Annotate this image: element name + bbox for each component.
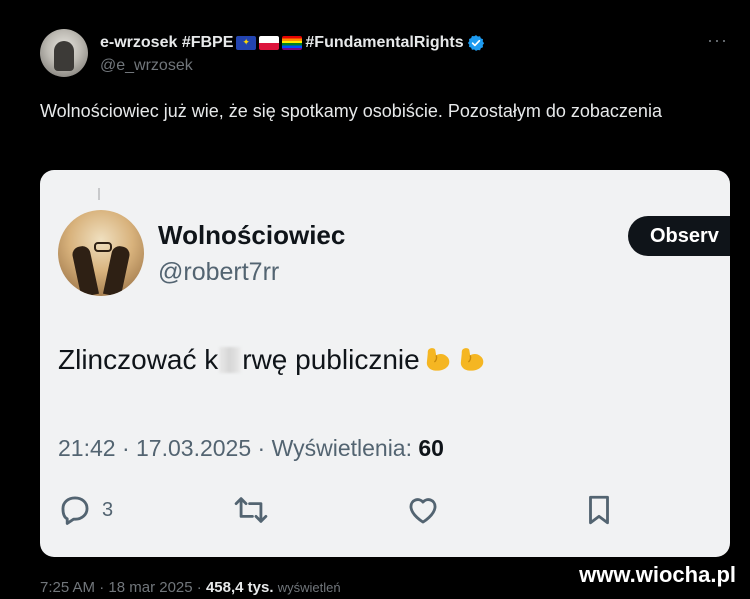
rainbow-flag-icon	[282, 36, 303, 50]
tweet-date[interactable]: 18 mar 2025	[108, 579, 192, 596]
watermark: www.wiocha.pl	[579, 562, 736, 587]
verified-icon	[467, 35, 484, 51]
quoted-tweet-screenshot[interactable]: Wolnościowiec @robert7rr Observ Zlinczow…	[40, 170, 730, 557]
quoted-text-start: Zlinczować k	[58, 344, 219, 375]
quoted-actions: 3	[58, 492, 638, 532]
author-name: e-wrzosek #FBPE	[100, 34, 234, 51]
tweet-text: Wolnościowiec już wie, że się spotkamy o…	[40, 101, 662, 121]
bookmark-icon	[589, 495, 609, 525]
quoted-views-label: Wyświetlenia:	[271, 435, 412, 461]
retweet-icon	[234, 497, 268, 523]
quoted-text-end: rwę publicznie	[242, 344, 420, 375]
quoted-meta: 21:42 · 17.03.2025 · Wyświetlenia: 60	[58, 435, 444, 461]
thread-line	[98, 188, 100, 200]
tweet-time[interactable]: 7:25 AM	[40, 579, 95, 596]
tweet-footer: 7:25 AM · 18 mar 2025 · 458,4 tys. wyświ…	[40, 579, 341, 596]
quoted-author-handle: @robert7rr	[158, 258, 280, 286]
tweet-views-label: wyświetleń	[277, 580, 341, 595]
poland-flag-icon	[259, 36, 280, 50]
like-action[interactable]	[406, 492, 440, 528]
quoted-time: 21:42	[58, 435, 116, 461]
retweet-action[interactable]	[232, 492, 270, 528]
author-name-row[interactable]: e-wrzosek #FBPE #FundamentalRights	[100, 32, 485, 54]
quoted-date: 17.03.2025	[136, 435, 252, 461]
bookmark-action[interactable]	[582, 492, 616, 528]
quoted-author-avatar	[58, 210, 144, 296]
author-handle[interactable]: @e_wrzosek	[100, 57, 193, 75]
author-hashtag: #FundamentalRights	[305, 34, 464, 51]
reply-icon	[61, 496, 89, 525]
flexed-biceps-icon	[460, 348, 483, 371]
author-avatar[interactable]	[40, 29, 88, 77]
reply-action[interactable]: 3	[58, 492, 113, 528]
quoted-tweet-text: Zlinczować k rwę publicznie	[58, 344, 488, 376]
blurred-letter	[219, 347, 242, 373]
quoted-author-name: Wolnościowiec	[158, 220, 346, 250]
eu-flag-icon	[236, 36, 257, 50]
reply-count: 3	[102, 498, 114, 521]
more-icon[interactable]: ···	[707, 30, 728, 51]
follow-button[interactable]: Observ	[628, 216, 730, 256]
flexed-biceps-icon	[426, 348, 449, 371]
like-icon	[409, 498, 437, 524]
quoted-views-count: 60	[418, 435, 444, 461]
tweet-views-count: 458,4 tys.	[205, 579, 274, 596]
